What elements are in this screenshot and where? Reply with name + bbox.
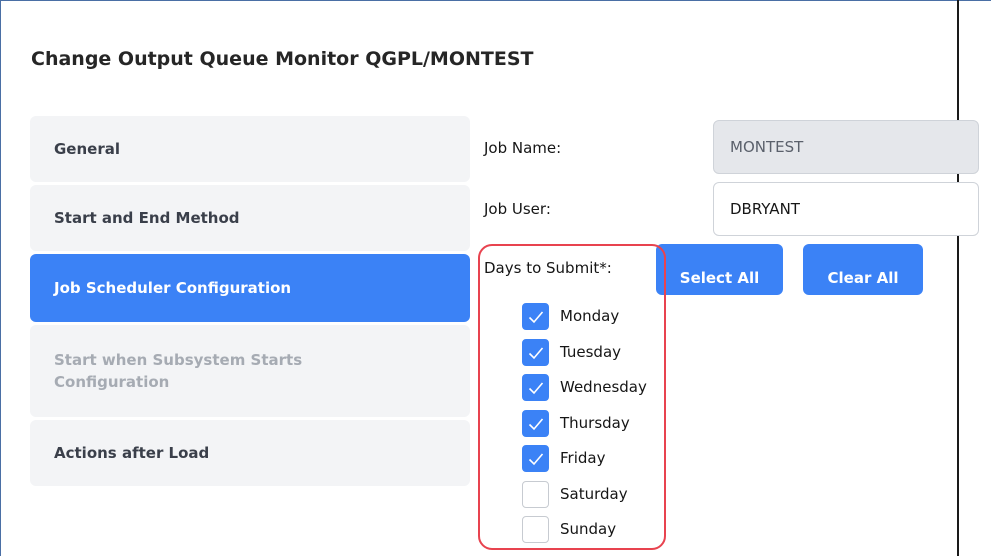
checkmark-icon (528, 452, 544, 465)
checkmark-icon (528, 417, 544, 430)
nav-item-label: Actions after Load (54, 444, 210, 462)
nav-item-start-end-method[interactable]: Start and End Method (30, 185, 470, 251)
day-checkbox-monday[interactable] (522, 302, 549, 330)
job-user-field[interactable]: DBRYANT (713, 182, 979, 236)
day-row-monday[interactable]: Monday (522, 302, 619, 330)
day-checkbox-wednesday[interactable] (522, 373, 549, 401)
select-all-button[interactable]: Select All (656, 244, 783, 295)
job-name-label: Job Name: (484, 139, 562, 157)
day-checkbox-sunday[interactable] (522, 515, 549, 543)
day-row-sunday[interactable]: Sunday (522, 515, 616, 543)
day-row-tuesday[interactable]: Tuesday (522, 338, 621, 366)
nav-item-actions-after-load[interactable]: Actions after Load (30, 420, 470, 486)
job-user-label: Job User: (484, 200, 551, 218)
day-checkbox-tuesday[interactable] (522, 338, 549, 366)
window-left-border (0, 0, 1, 556)
day-label: Thursday (560, 414, 630, 432)
nav-item-label: Job Scheduler Configuration (54, 279, 292, 297)
day-checkbox-saturday[interactable] (522, 480, 549, 508)
nav-item-general[interactable]: General (30, 116, 470, 182)
day-row-friday[interactable]: Friday (522, 444, 605, 472)
nav-item-label: General (54, 140, 120, 158)
day-row-thursday[interactable]: Thursday (522, 409, 630, 437)
window-top-border (0, 0, 991, 1)
day-label: Sunday (560, 520, 617, 538)
job-name-field: MONTEST (713, 120, 979, 174)
day-row-wednesday[interactable]: Wednesday (522, 373, 647, 401)
nav-item-job-scheduler-configuration[interactable]: Job Scheduler Configuration (30, 254, 470, 322)
day-label: Monday (560, 307, 620, 325)
day-checkbox-thursday[interactable] (522, 409, 549, 437)
dialog-title: Change Output Queue Monitor QGPL/MONTEST (31, 48, 534, 70)
checkmark-icon (528, 346, 544, 359)
nav-item-label: Start when Subsystem Starts Configuratio… (54, 351, 303, 391)
clear-all-button[interactable]: Clear All (803, 244, 923, 295)
checkmark-icon (528, 310, 544, 323)
days-to-submit-label: Days to Submit*: (484, 259, 612, 277)
window-right-border (957, 0, 959, 556)
nav-item-start-when-subsystem-starts: Start when Subsystem Starts Configuratio… (30, 325, 470, 417)
day-label: Wednesday (560, 378, 647, 396)
nav-item-label: Start and End Method (54, 209, 240, 227)
day-checkbox-friday[interactable] (522, 444, 549, 472)
day-label: Tuesday (560, 343, 622, 361)
day-label: Saturday (560, 485, 628, 503)
day-label: Friday (560, 449, 606, 467)
checkmark-icon (528, 381, 544, 394)
day-row-saturday[interactable]: Saturday (522, 480, 628, 508)
